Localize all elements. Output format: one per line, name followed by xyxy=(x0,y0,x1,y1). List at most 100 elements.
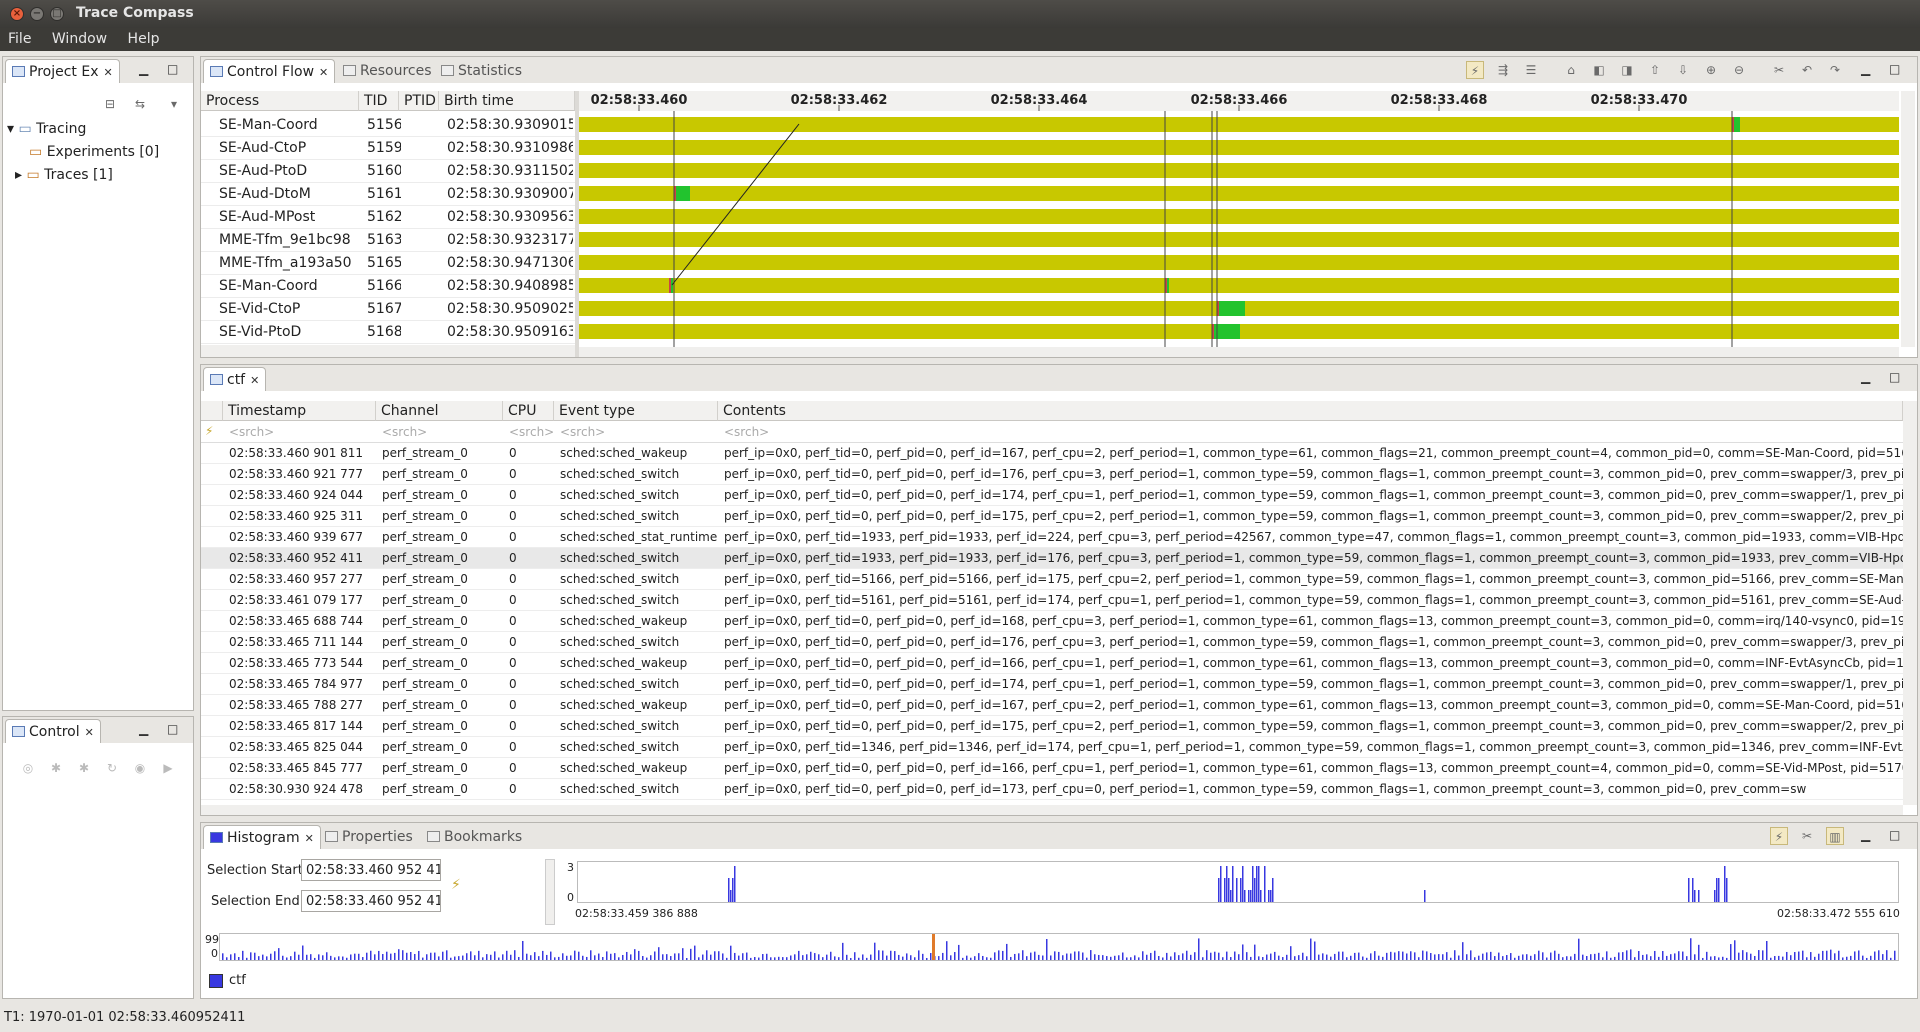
maximize-window-button[interactable]: □ xyxy=(50,7,64,21)
link-selection-icon[interactable]: ⚡ xyxy=(451,877,461,893)
optimize-icon[interactable]: ☰ xyxy=(1522,61,1540,79)
table-row[interactable]: 02:58:33.465 773 544 perf_stream_0 0 sched:… xyxy=(201,653,1903,674)
tab-histogram[interactable]: Histogram ✕ xyxy=(203,825,321,849)
connect-icon[interactable]: ◎ xyxy=(19,759,37,777)
histogram-bars-icon[interactable]: ▥ xyxy=(1826,827,1844,845)
view-menu-icon[interactable]: ▾ xyxy=(165,95,183,113)
menu-help[interactable]: Help xyxy=(120,28,168,47)
column-tid[interactable]: TID xyxy=(359,91,399,111)
close-tab-icon[interactable]: ✕ xyxy=(85,726,94,739)
table-row[interactable]: 02:58:33.465 788 277 perf_stream_0 0 sched:… xyxy=(201,695,1903,716)
table-row[interactable]: 02:58:33.465 817 144 perf_stream_0 0 sched:… xyxy=(201,716,1903,737)
table-row[interactable]: 02:58:33.460 957 277 perf_stream_0 0 sched:… xyxy=(201,569,1903,590)
follow-arrow-backward-icon[interactable]: ↶ xyxy=(1798,61,1816,79)
tab-bookmarks[interactable]: Bookmarks xyxy=(421,825,528,849)
zoom-in-icon[interactable]: ⊕ xyxy=(1702,61,1720,79)
start-icon[interactable]: ▶ xyxy=(159,759,177,777)
process-row[interactable]: SE-Vid-CtoP 5167 02:58:30.95090251 xyxy=(201,298,575,321)
search-timestamp[interactable]: <srch> xyxy=(229,425,274,439)
column-birth-time[interactable]: Birth time xyxy=(439,91,575,111)
table-row[interactable]: 02:58:33.465 711 144 perf_stream_0 0 sched:… xyxy=(201,632,1903,653)
state-bar[interactable] xyxy=(579,255,1899,270)
record-icon[interactable]: ◉ xyxy=(131,759,149,777)
table-row[interactable]: 02:58:33.465 688 744 perf_stream_0 0 sched:… xyxy=(201,611,1903,632)
table-row[interactable]: 02:58:33.460 952 411 perf_stream_0 0 sched:… xyxy=(201,548,1903,569)
state-bar[interactable] xyxy=(579,232,1899,247)
tab-statistics[interactable]: Statistics xyxy=(435,59,528,83)
follow-arrow-forward-icon[interactable]: ↷ xyxy=(1826,61,1844,79)
expand-arrow-icon[interactable]: ▸ xyxy=(15,167,22,183)
state-bar[interactable] xyxy=(579,140,1899,155)
state-bar[interactable] xyxy=(579,278,1899,293)
previous-process-icon[interactable]: ⇧ xyxy=(1646,61,1664,79)
collapse-arrow-icon[interactable]: ▾ xyxy=(7,121,14,137)
next-event-icon[interactable]: ◨ xyxy=(1618,61,1636,79)
tab-ctf[interactable]: ctf ✕ xyxy=(203,367,267,391)
column-event-type[interactable]: Event type xyxy=(554,401,718,421)
tab-control[interactable]: Control ✕ xyxy=(5,719,101,743)
table-row[interactable]: 02:58:30.930 924 478 perf_stream_0 0 sched:… xyxy=(201,779,1903,800)
minimize-icon[interactable]: ▁ xyxy=(1861,62,1870,76)
timeline-vertical-scrollbar[interactable] xyxy=(1901,91,1915,347)
previous-event-icon[interactable]: ◧ xyxy=(1590,61,1608,79)
process-row[interactable]: SE-Aud-MPost 5162 02:58:30.93095631 xyxy=(201,206,575,229)
process-row[interactable]: MME-Tfm_a193a50 5165 02:58:30.94713061 xyxy=(201,252,575,275)
running-state[interactable] xyxy=(1217,301,1245,316)
tree-item-tracing[interactable]: ▾ ▭ Tracing xyxy=(7,121,86,137)
align-views-icon[interactable]: ⚡ xyxy=(1466,61,1484,79)
minimize-icon[interactable]: ▁ xyxy=(1861,370,1870,384)
process-row[interactable]: MME-Tfm_9e1bc98 5163 02:58:30.93231771 xyxy=(201,229,575,252)
column-channel[interactable]: Channel xyxy=(376,401,503,421)
close-tab-icon[interactable]: ✕ xyxy=(103,66,112,79)
refresh-icon[interactable]: ↻ xyxy=(103,759,121,777)
events-horizontal-scrollbar[interactable] xyxy=(201,805,1903,815)
table-row[interactable]: 02:58:33.465 845 777 perf_stream_0 0 sched:… xyxy=(201,758,1903,779)
events-vertical-scrollbar[interactable] xyxy=(1903,401,1917,805)
selection-start-input[interactable]: 02:58:33.460 952 411 xyxy=(301,859,441,881)
tab-properties[interactable]: Properties xyxy=(319,825,419,849)
maximize-icon[interactable]: □ xyxy=(1889,370,1900,384)
process-row[interactable]: SE-Aud-PtoD 5160 02:58:30.93115027 xyxy=(201,160,575,183)
process-row[interactable]: SE-Aud-DtoM 5161 02:58:30.93090071 xyxy=(201,183,575,206)
table-row[interactable]: 02:58:33.465 825 044 perf_stream_0 0 sched:… xyxy=(201,737,1903,758)
maximize-icon[interactable]: □ xyxy=(167,722,178,736)
search-channel[interactable]: <srch> xyxy=(382,425,427,439)
full-histogram[interactable] xyxy=(219,933,1899,961)
close-tab-icon[interactable]: ✕ xyxy=(319,66,328,79)
search-contents[interactable]: <srch> xyxy=(724,425,769,439)
table-row[interactable]: 02:58:33.460 921 777 perf_stream_0 0 sched:… xyxy=(201,464,1903,485)
tree-item-experiments[interactable]: ▭ Experiments [0] xyxy=(29,144,159,160)
menu-window[interactable]: Window xyxy=(44,28,115,47)
search-cpu[interactable]: <srch> xyxy=(509,425,554,439)
search-filter-icon[interactable]: ⚡ xyxy=(205,424,213,438)
sync-icon[interactable]: ⚡ xyxy=(1770,827,1788,845)
close-tab-icon[interactable]: ✕ xyxy=(305,832,314,845)
time-graph[interactable]: 02:58:33.460 02:58:33.462 02:58:33.464 02:5… xyxy=(579,91,1899,347)
zoom-out-icon[interactable]: ⊖ xyxy=(1730,61,1748,79)
table-row[interactable]: 02:58:33.460 924 044 perf_stream_0 0 sched:… xyxy=(201,485,1903,506)
maximize-icon[interactable]: □ xyxy=(1889,62,1900,76)
timeline-horizontal-scrollbar[interactable] xyxy=(579,347,1899,357)
state-bar[interactable] xyxy=(579,209,1899,224)
menu-file[interactable]: File xyxy=(0,28,39,47)
disable-icon[interactable]: ✱ xyxy=(75,759,93,777)
column-contents[interactable]: Contents xyxy=(718,401,1903,421)
column-ptid[interactable]: PTID xyxy=(399,91,439,111)
hide-arrows-icon[interactable]: ✂ xyxy=(1770,61,1788,79)
maximize-icon[interactable]: □ xyxy=(1889,828,1900,842)
table-row[interactable]: 02:58:33.460 939 677 perf_stream_0 0 sched:… xyxy=(201,527,1903,548)
close-tab-icon[interactable]: ✕ xyxy=(250,374,259,387)
process-row[interactable]: SE-Vid-PtoD 5168 02:58:30.95091634 xyxy=(201,321,575,344)
collapse-all-icon[interactable]: ⊟ xyxy=(101,95,119,113)
tab-resources[interactable]: Resources xyxy=(337,59,438,83)
close-window-button[interactable]: × xyxy=(10,7,24,21)
enable-icon[interactable]: ✱ xyxy=(47,759,65,777)
show-legend-icon[interactable]: ⇶ xyxy=(1494,61,1512,79)
selection-scrollbar[interactable] xyxy=(545,859,555,925)
minimize-icon[interactable]: ▁ xyxy=(139,722,148,736)
tree-item-traces[interactable]: ▸ ▭ Traces [1] xyxy=(15,167,113,183)
table-row[interactable]: 02:58:33.460 901 811 perf_stream_0 0 sched:… xyxy=(201,443,1903,464)
table-row[interactable]: 02:58:33.460 925 311 perf_stream_0 0 sched:… xyxy=(201,506,1903,527)
process-horizontal-scrollbar[interactable] xyxy=(201,345,575,357)
tab-project-explorer[interactable]: Project Ex ✕ xyxy=(5,59,120,83)
